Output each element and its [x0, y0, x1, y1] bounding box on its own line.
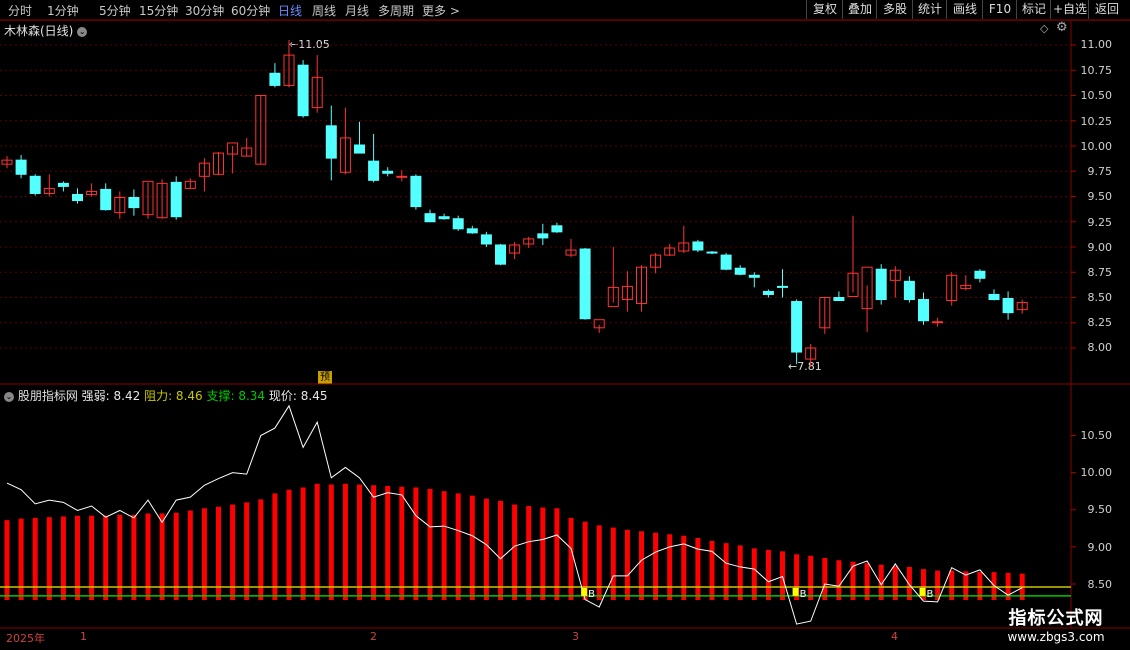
candle-body [410, 175, 422, 208]
strength-bar [653, 532, 659, 600]
candle-body [988, 293, 1000, 301]
strength-bar [822, 558, 828, 600]
strength-bar [469, 495, 475, 600]
strength-bar [639, 531, 644, 600]
strength-bar [455, 493, 461, 600]
watermark-url: www.zbgs3.com [1007, 630, 1105, 644]
candle-body [29, 175, 41, 194]
buy-signal-label: B [588, 589, 595, 600]
strength-bar [427, 488, 433, 600]
candle-body [734, 267, 746, 275]
strength-bar [357, 484, 362, 600]
strength-bar [864, 563, 870, 600]
candle-body [748, 274, 760, 278]
candle-body [777, 285, 788, 288]
candle-body [480, 234, 492, 245]
strength-bar [216, 506, 221, 600]
candle-body [903, 280, 915, 301]
candle-body [762, 290, 774, 295]
strength-bar [723, 543, 729, 600]
chart-canvas: BBB [0, 19, 1130, 629]
candle-body [833, 297, 845, 302]
candle-body [918, 299, 929, 322]
site-watermark: 指标公式网 www.zbgs3.com [990, 604, 1122, 646]
candle-body [1002, 298, 1014, 314]
strength-bar [737, 545, 743, 600]
buy-signal-marker [792, 587, 799, 596]
buy-signal-label: B [927, 589, 934, 600]
candle-body [269, 72, 281, 86]
strength-bar [286, 489, 292, 600]
candle-body [551, 225, 563, 233]
candle-body [100, 188, 112, 211]
candle-body [382, 170, 394, 174]
candle-body [72, 193, 83, 202]
strength-bar [399, 486, 405, 600]
strength-bar [681, 535, 687, 600]
candle-body [15, 159, 27, 175]
strength-bar [244, 502, 250, 600]
candle-body [706, 251, 718, 254]
candle-body [452, 218, 464, 230]
strength-bar [230, 504, 236, 600]
candle-body [466, 228, 478, 234]
candle-body [495, 244, 506, 265]
strength-bar [526, 506, 532, 600]
candle-body [974, 270, 986, 279]
strength-bar [328, 484, 334, 600]
candle-body [438, 216, 450, 220]
strength-bar [850, 561, 856, 600]
strength-bar [540, 507, 546, 600]
strength-bar [314, 483, 320, 600]
candle-body [720, 254, 732, 270]
strength-bar [272, 493, 278, 600]
strength-bar [667, 534, 673, 600]
candle-body [692, 241, 704, 251]
candle-body [424, 213, 436, 223]
candle-body [57, 182, 69, 187]
strength-bar [413, 487, 419, 600]
strength-bar [906, 566, 912, 600]
strength-bar [765, 549, 771, 600]
buy-signal-marker [581, 587, 588, 596]
strength-bar [610, 527, 616, 600]
strength-bar [483, 498, 489, 600]
candle-body [170, 181, 182, 218]
strength-bar [836, 560, 842, 600]
candle-body [368, 160, 380, 181]
strength-bar [385, 485, 391, 600]
buy-signal-label: B [800, 589, 807, 600]
strength-bar [808, 555, 814, 600]
strength-bar [780, 551, 785, 600]
watermark-title: 指标公式网 [1008, 608, 1104, 629]
strength-bar [695, 537, 701, 600]
strength-bar [18, 518, 24, 600]
strength-bar [596, 525, 602, 600]
strength-bar [371, 485, 377, 600]
strength-bar [441, 491, 447, 600]
candle-body [579, 248, 591, 320]
candle-body [875, 268, 887, 301]
strength-bar [709, 540, 715, 600]
strength-bar [512, 504, 518, 600]
candle-body [297, 64, 309, 117]
candle-body [396, 175, 408, 178]
candle-body [325, 125, 337, 159]
candle-body [791, 301, 803, 353]
strength-bar [342, 483, 348, 600]
candle-body [537, 233, 549, 239]
candle-body [128, 197, 140, 209]
strength-bar [624, 529, 630, 600]
strength-bar [892, 566, 898, 600]
strength-bar [498, 500, 503, 600]
candle-body [354, 144, 365, 154]
strength-bar [4, 520, 10, 600]
buy-signal-marker [919, 587, 926, 596]
strength-bar [300, 487, 306, 600]
strength-bar [751, 548, 757, 600]
strength-bar [258, 499, 264, 600]
